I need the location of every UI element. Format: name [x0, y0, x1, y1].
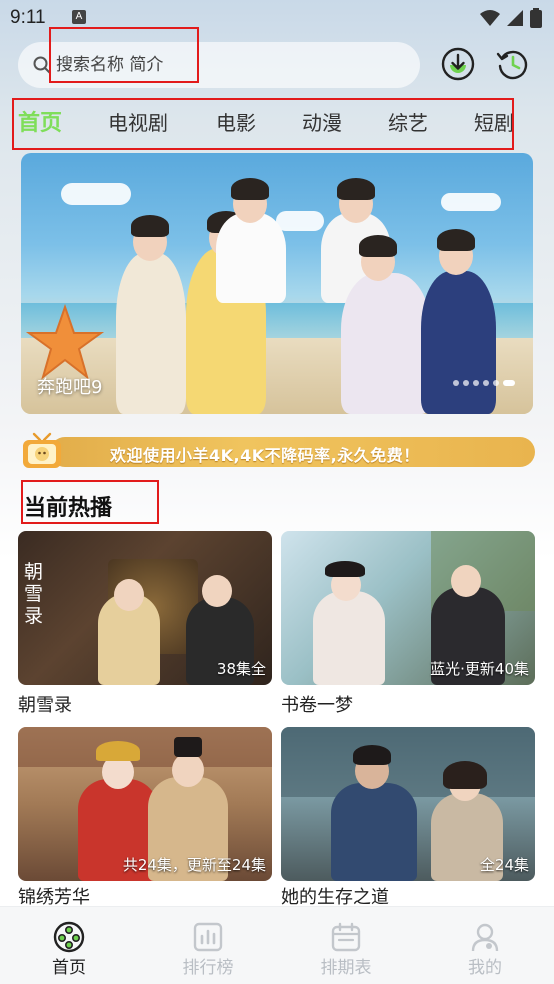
- notice-text: 欢迎使用小羊4K,4K不降码率,永久免费！: [110, 446, 420, 465]
- video-poster: 蓝光·更新40集: [281, 531, 535, 685]
- chart-icon: [193, 922, 223, 952]
- status-icons: [480, 8, 542, 28]
- download-button[interactable]: [440, 46, 476, 82]
- notice-bar: 欢迎使用小羊4K,4K不降码率,永久免费！: [20, 432, 535, 470]
- video-poster: 全24集: [281, 727, 535, 881]
- annotation-box-tabs: [12, 98, 514, 150]
- calendar-icon: [331, 922, 361, 952]
- history-icon: [496, 50, 528, 80]
- wifi-icon: [480, 10, 500, 26]
- nav-label: 排期表: [320, 958, 372, 978]
- film-reel-icon: [53, 921, 85, 953]
- starfish-icon: [25, 303, 105, 380]
- status-time: 9:11: [10, 7, 46, 28]
- card-badge: 蓝光·更新40集: [430, 660, 529, 678]
- history-button[interactable]: [495, 46, 531, 82]
- nav-home[interactable]: 首页: [0, 907, 138, 984]
- annotation-box-section-title: [21, 480, 159, 524]
- battery-icon: [530, 8, 542, 28]
- nav-label: 我的: [468, 958, 502, 978]
- nav-label: 排行榜: [182, 958, 234, 978]
- card-badge: 38集全: [216, 660, 266, 678]
- card-title: 朝雪录: [18, 695, 72, 716]
- profile-icon: [471, 923, 499, 952]
- banner-title: 奔跑吧9: [37, 377, 103, 398]
- hero-banner[interactable]: 奔跑吧9: [21, 153, 533, 414]
- nav-schedule[interactable]: 排期表: [277, 907, 415, 984]
- nav-label: 首页: [52, 958, 86, 978]
- tv-mascot-icon: [23, 432, 61, 468]
- video-poster: 朝雪录 38集全: [18, 531, 272, 685]
- banner-pagination: [453, 380, 515, 386]
- bottom-nav: 首页 排行榜 排期表 我的: [0, 906, 554, 984]
- signal-icon: [507, 10, 523, 26]
- annotation-box-search: [49, 27, 199, 83]
- notification-icon: A: [72, 10, 86, 24]
- card-badge: 共24集，更新至24集: [122, 856, 266, 874]
- download-icon: [441, 47, 475, 81]
- nav-profile[interactable]: 我的: [416, 907, 554, 984]
- nav-ranking[interactable]: 排行榜: [139, 907, 277, 984]
- card-badge: 全24集: [479, 856, 529, 874]
- card-title: 书卷一梦: [281, 695, 353, 716]
- poster-title-text: 朝雪录: [24, 561, 44, 627]
- video-poster: 共24集，更新至24集: [18, 727, 272, 881]
